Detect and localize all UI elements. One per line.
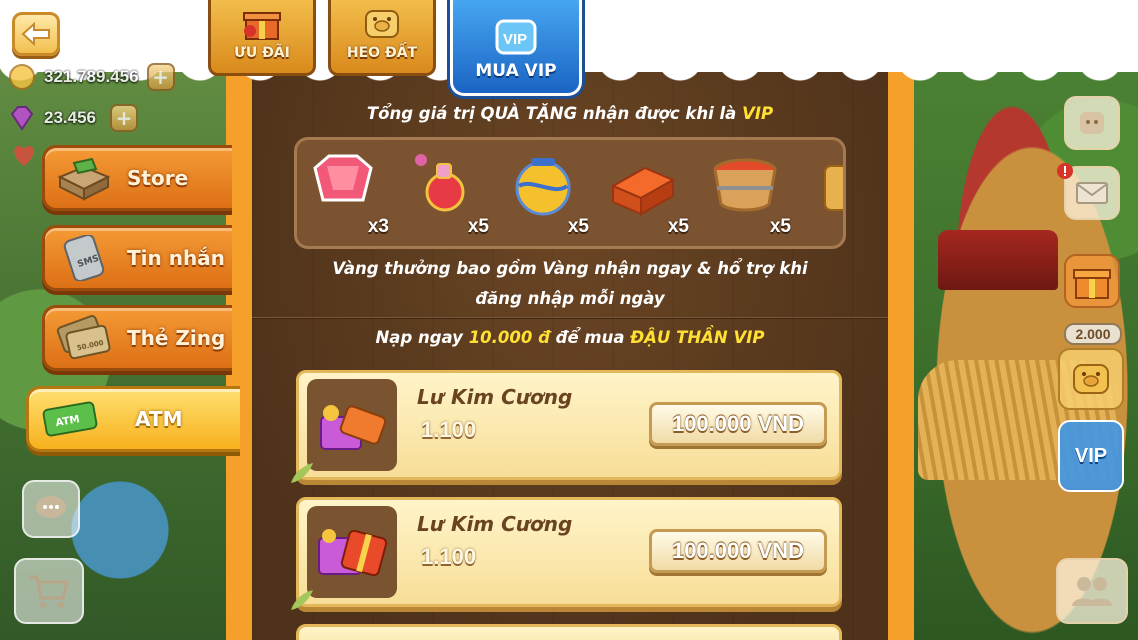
menu-item-store[interactable]: Store — [42, 145, 232, 211]
vip-badge-text: VIP — [503, 31, 527, 48]
gift-item-ruby: x3 — [305, 150, 389, 242]
add-gem-button[interactable]: + — [110, 104, 138, 132]
sale-gift-icon — [243, 12, 281, 40]
package-card: Lư Kim Cương 1.100 100.000 VND — [291, 497, 842, 610]
package-card-partial — [296, 624, 842, 640]
gift-item-brick: x5 — [605, 150, 689, 242]
piggy-icon — [365, 10, 399, 38]
mail-envelope-icon — [1076, 182, 1108, 204]
menu-item-the-zing[interactable]: 50.000 Thẻ Zing — [42, 305, 232, 371]
barn-roof — [938, 230, 1058, 290]
headline-text: Tổng giá trị QUÀ TẶNG nhận được khi là — [366, 104, 743, 123]
offer-middle: để mua — [549, 328, 631, 347]
menu-label-the-zing: Thẻ Zing — [127, 326, 226, 350]
ruby-gem-icon — [313, 154, 373, 202]
gift-offer-button[interactable] — [1064, 254, 1120, 308]
tab-uu-dai[interactable]: ƯU ĐÃI — [208, 0, 316, 76]
vip-side-button[interactable]: VIP — [1058, 420, 1124, 492]
character-button[interactable] — [1064, 96, 1120, 150]
brick-icon — [610, 166, 676, 216]
vip-side-label: VIP — [1074, 444, 1108, 467]
leaf-decoration-icon — [291, 463, 313, 483]
add-gold-button[interactable]: + — [146, 63, 175, 91]
zing-card-icon: 50.000 — [55, 314, 113, 362]
heart-icon — [14, 146, 34, 166]
gift-item-jar: x5 — [505, 150, 589, 242]
tab-heo-dat[interactable]: HEO ĐẤT — [328, 0, 436, 76]
shopping-cart-icon — [30, 575, 69, 608]
package-thumbnail — [307, 379, 397, 471]
scroll-item-icon — [824, 165, 843, 211]
sms-phone-icon: SMS — [55, 234, 113, 282]
gift-item-bucket: x5 — [707, 150, 791, 242]
gift-box-icon — [1073, 269, 1111, 299]
gift-chest-icon — [318, 529, 388, 577]
gold-amount: 321.789.456 — [44, 67, 139, 86]
gem-icon — [10, 106, 34, 131]
package-amount: 1.100 — [421, 417, 477, 442]
offer-amount: 10.000 đ — [468, 328, 550, 347]
menu-label-atm: ATM — [135, 407, 183, 431]
gem-chest-icon — [320, 405, 387, 450]
tab-label-mua-vip: MUA VIP — [475, 61, 557, 81]
leaf-decoration-icon — [291, 590, 313, 610]
tab-label-heo-dat: HEO ĐẤT — [346, 45, 418, 61]
buy-package-button[interactable]: 100.000 VND — [649, 402, 827, 446]
gift-qty: x3 — [367, 216, 389, 237]
store-icon — [55, 154, 113, 202]
atm-card-icon: ATM — [41, 395, 99, 443]
gift-qty: x5 — [567, 216, 589, 237]
gift-qty: x5 — [769, 216, 791, 237]
menu-item-atm[interactable]: ATM ATM — [26, 386, 240, 452]
vip-badge-icon: VIP — [495, 19, 537, 55]
back-button[interactable] — [12, 12, 60, 56]
gift-description: Vàng thưởng bao gồm Vàng nhận ngay & hổ … — [332, 259, 808, 308]
chat-bubble-icon — [36, 496, 66, 518]
buy-package-button[interactable]: 100.000 VND — [649, 529, 827, 573]
piggy-bank-icon — [1073, 364, 1109, 394]
offer-product: ĐẬU THẦN VIP — [630, 328, 765, 347]
menu-label-tin-nhan: Tin nhắn — [127, 246, 225, 270]
gift-items-strip[interactable]: x3 x5 x5 x5 x5 — [294, 137, 846, 249]
paint-bucket-icon — [713, 158, 777, 212]
vip-offer-line: Nạp ngay 10.000 đ để mua ĐẬU THẦN VIP — [252, 328, 888, 347]
section-divider — [252, 317, 888, 319]
package-title: Lư Kim Cương — [417, 512, 573, 536]
piggy-bank-amount-badge: 2.000 — [1064, 323, 1122, 345]
gift-qty: x5 — [467, 216, 489, 237]
magic-jar-icon — [515, 158, 571, 216]
gift-item-potion: x5 — [405, 150, 489, 242]
friends-button[interactable] — [1056, 558, 1128, 624]
tab-label-uu-dai: ƯU ĐÃI — [234, 45, 290, 61]
potion-bottle-icon — [415, 154, 465, 212]
menu-item-tin-nhan[interactable]: SMS Tin nhắn — [42, 225, 232, 291]
vip-gift-headline: Tổng giá trị QUÀ TẶNG nhận được khi là V… — [252, 104, 888, 123]
headline-vip: VIP — [742, 104, 774, 123]
menu-label-store: Store — [127, 166, 189, 190]
shop-cart-button[interactable] — [14, 558, 84, 624]
gift-qty: x5 — [667, 216, 689, 237]
package-title: Lư Kim Cương — [417, 385, 573, 409]
gift-item-partial — [817, 150, 843, 242]
gold-resource: 321.789.456 + — [8, 62, 175, 92]
tab-mua-vip[interactable]: VIP MUA VIP — [450, 0, 582, 96]
offer-prefix: Nạp ngay — [375, 328, 469, 347]
alert-icon — [1057, 163, 1073, 179]
chat-button[interactable] — [22, 480, 80, 538]
gold-coin-icon — [9, 64, 35, 90]
gem-resource: 23.456 + — [8, 103, 138, 133]
package-amount: 1.100 — [421, 544, 477, 569]
friends-group-icon — [1072, 577, 1112, 606]
package-card: Lư Kim Cương 1.100 100.000 VND — [291, 370, 842, 483]
gem-amount: 23.456 — [44, 108, 96, 127]
piggy-bank-button[interactable] — [1058, 348, 1124, 410]
back-arrow-icon — [21, 21, 50, 47]
character-face-icon — [1080, 112, 1104, 134]
package-thumbnail — [307, 506, 397, 598]
